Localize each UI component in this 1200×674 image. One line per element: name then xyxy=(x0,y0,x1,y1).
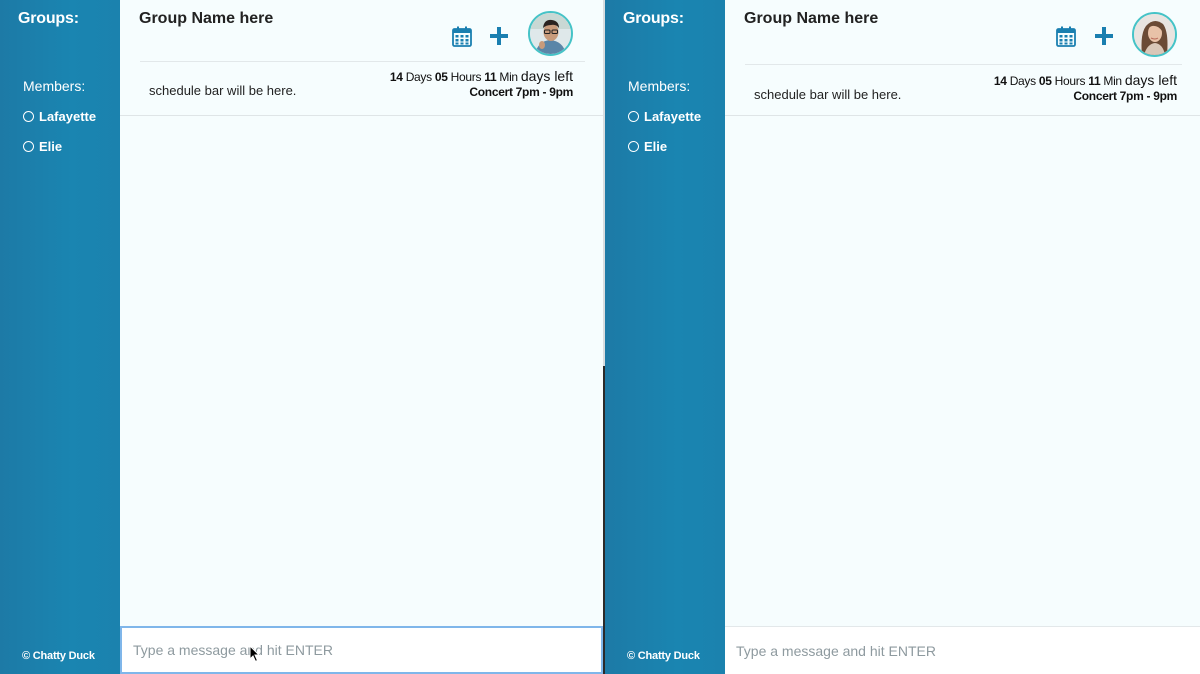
countdown-days: 14 xyxy=(389,70,403,84)
status-circle-icon xyxy=(23,141,34,152)
header-divider xyxy=(745,64,1182,65)
member-item-lafayette[interactable]: Lafayette xyxy=(23,109,96,124)
members-heading: Members: xyxy=(23,78,86,94)
groups-heading: Groups: xyxy=(18,10,79,27)
sidebar: Groups: Members: Lafayette Elie © Chatty… xyxy=(605,0,725,674)
countdown-minutes: 11 xyxy=(484,70,497,84)
event-label: Concert 7pm - 9pm xyxy=(1073,89,1177,103)
message-composer xyxy=(725,626,1200,674)
chat-client-left: Groups: Members: Lafayette Elie © Chatty… xyxy=(0,0,603,674)
schedule-bar-placeholder: schedule bar will be here. xyxy=(149,83,297,98)
members-heading: Members: xyxy=(628,78,691,94)
countdown-suffix: days left xyxy=(520,68,573,84)
chat-client-right: Groups: Members: Lafayette Elie © Chatty… xyxy=(605,0,1200,674)
countdown-minutes-unit: Min xyxy=(499,70,518,84)
calendar-icon[interactable] xyxy=(1055,25,1077,47)
member-item-elie[interactable]: Elie xyxy=(628,139,667,154)
member-name: Lafayette xyxy=(39,109,97,124)
member-item-elie[interactable]: Elie xyxy=(23,139,62,154)
header-divider xyxy=(140,61,585,62)
member-item-lafayette[interactable]: Lafayette xyxy=(628,109,701,124)
chat-main: Group Name here schedule bar will be her… xyxy=(120,0,603,674)
calendar-icon[interactable] xyxy=(451,25,473,47)
countdown-hours: 05 xyxy=(434,70,448,84)
chat-header: Group Name here schedule bar will be her… xyxy=(725,0,1200,116)
countdown: 14 Days 05 Hours 11 Min days left Concer… xyxy=(390,68,573,99)
message-input[interactable] xyxy=(122,628,601,672)
message-input[interactable] xyxy=(725,627,1200,674)
status-circle-icon xyxy=(628,111,639,122)
chat-header: Group Name here schedule bar will be her… xyxy=(120,0,603,116)
countdown-days: 14 xyxy=(993,74,1007,88)
countdown-hours-unit: Hours xyxy=(450,70,482,84)
countdown-hours-unit: Hours xyxy=(1054,74,1086,88)
status-circle-icon xyxy=(628,141,639,152)
countdown-hours: 05 xyxy=(1038,74,1052,88)
footer-copyright: © Chatty Duck xyxy=(627,650,700,662)
user-avatar[interactable] xyxy=(1132,12,1177,57)
member-name: Elie xyxy=(39,139,63,154)
group-name-title: Group Name here xyxy=(139,10,274,27)
countdown-days-unit: Days xyxy=(1009,74,1036,88)
countdown-suffix: days left xyxy=(1124,72,1177,88)
countdown-minutes: 11 xyxy=(1088,74,1101,88)
groups-heading: Groups: xyxy=(623,10,684,27)
sidebar: Groups: Members: Lafayette Elie © Chatty… xyxy=(0,0,120,674)
mouse-cursor-icon xyxy=(249,645,261,663)
member-name: Elie xyxy=(644,139,668,154)
schedule-bar-placeholder: schedule bar will be here. xyxy=(754,87,902,102)
countdown-minutes-unit: Min xyxy=(1103,74,1122,88)
footer-copyright: © Chatty Duck xyxy=(22,650,95,662)
plus-icon[interactable] xyxy=(1094,26,1114,46)
chat-main: Group Name here schedule bar will be her… xyxy=(725,0,1200,674)
group-name-title: Group Name here xyxy=(744,10,879,27)
countdown: 14 Days 05 Hours 11 Min days left Concer… xyxy=(994,72,1177,103)
message-composer xyxy=(120,626,603,674)
status-circle-icon xyxy=(23,111,34,122)
plus-icon[interactable] xyxy=(489,26,509,46)
countdown-days-unit: Days xyxy=(405,70,432,84)
member-name: Lafayette xyxy=(644,109,702,124)
event-label: Concert 7pm - 9pm xyxy=(469,85,573,99)
user-avatar[interactable] xyxy=(528,11,573,56)
